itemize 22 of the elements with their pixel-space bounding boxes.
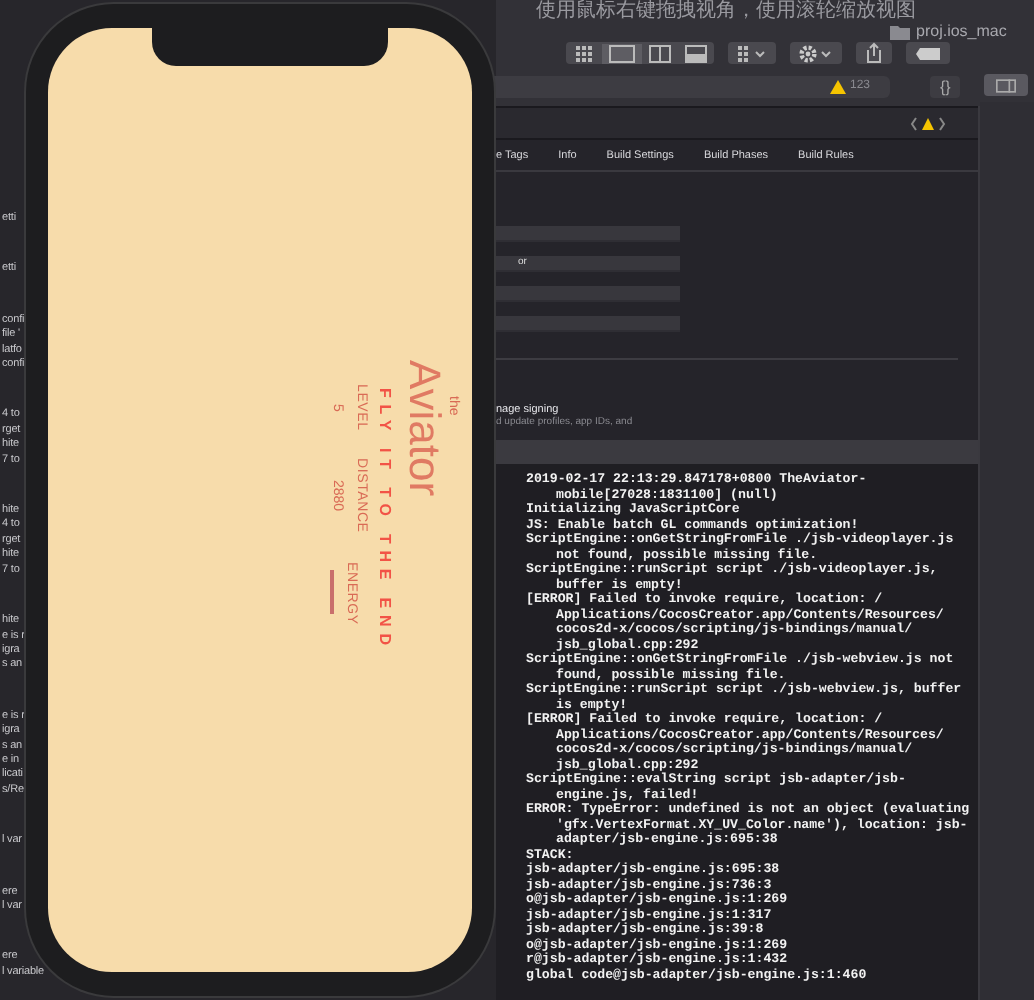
- panel-toggle-button[interactable]: [984, 74, 1028, 96]
- text-field[interactable]: [496, 316, 680, 332]
- tag-icon: [914, 45, 942, 61]
- text-field[interactable]: [496, 286, 680, 302]
- warning-icon: [829, 79, 846, 93]
- text-field[interactable]: [496, 226, 680, 242]
- settings-dropdown-button[interactable]: [790, 42, 842, 64]
- tag-button[interactable]: [906, 42, 950, 64]
- sidebar-icon: [996, 77, 1016, 93]
- editor-mode-control[interactable]: [566, 42, 714, 64]
- share-icon: [864, 42, 884, 64]
- grid-dropdown-button[interactable]: [728, 42, 776, 64]
- share-button[interactable]: [856, 42, 892, 64]
- settings-icon: [798, 43, 834, 63]
- grid-icon: [736, 43, 768, 63]
- project-name: proj.ios_mac: [916, 22, 1007, 40]
- game-tagline: FLY IT TO THE END: [376, 388, 394, 652]
- folder-icon: [890, 23, 910, 39]
- single-pane-icon[interactable]: [602, 43, 642, 63]
- issue-navigator-icon[interactable]: [910, 115, 946, 131]
- game-title: Aviator: [402, 360, 446, 497]
- code-review-button[interactable]: {}: [930, 75, 961, 97]
